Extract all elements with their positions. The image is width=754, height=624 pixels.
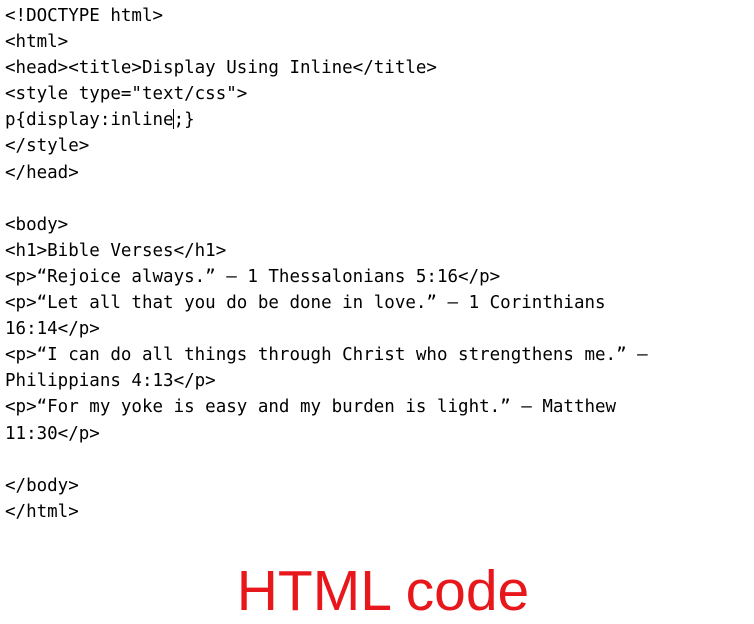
code-line-4: <style type="text/css"> [5, 84, 248, 105]
code-line-5-after-cursor: ;} [173, 110, 195, 131]
code-line-1: <!DOCTYPE html> [5, 6, 164, 26]
code-line-16: <p>“For my yoke is easy and my burden is… [5, 397, 617, 418]
code-line-5-with-cursor[interactable]: p{display:inline;} [5, 107, 750, 133]
code-line-5-before-cursor: p{display:inline [5, 110, 174, 131]
code-line-13: 16:14</p> [5, 319, 100, 340]
code-line-10: <h1>Bible Verses</h1> [5, 240, 227, 261]
code-line-14: <p>“I can do all things through Christ w… [5, 345, 648, 366]
code-line-3: <head><title>Display Using Inline</title… [5, 58, 437, 79]
code-line-12: <p>“Let all that you do be done in love.… [5, 293, 606, 314]
code-line-6: </style> [5, 136, 90, 157]
code-line-19: </body> [5, 475, 79, 496]
caption-title: HTML code [236, 559, 530, 623]
code-line-17: 11:30</p> [5, 423, 100, 444]
code-line-2: <html> [5, 32, 69, 53]
code-line-9: <body> [5, 214, 69, 235]
code-line-15: Philippians 4:13</p> [5, 371, 216, 392]
code-line-20: </html> [5, 501, 79, 522]
code-line-11: <p>“Rejoice always.” — 1 Thessalonians 5… [5, 266, 501, 287]
code-line-7: </head> [5, 162, 79, 183]
code-editor[interactable]: <!DOCTYPE html> <html> <head><title>Disp… [5, 3, 750, 525]
